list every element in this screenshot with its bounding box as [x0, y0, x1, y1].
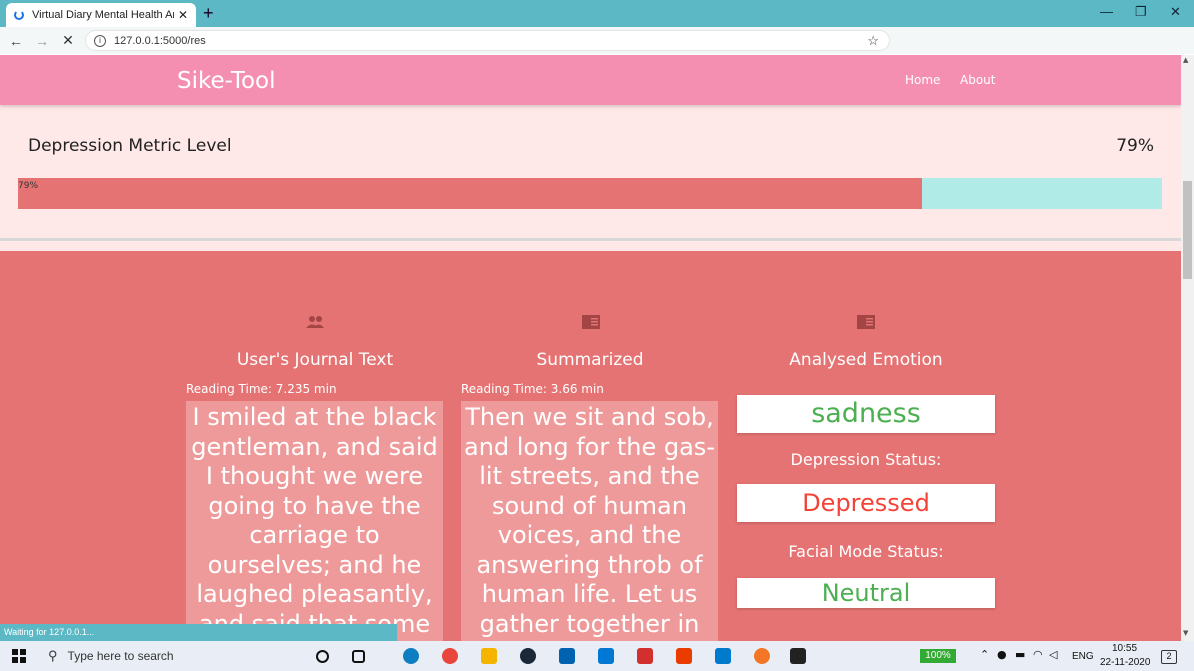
journal-reading-time: Reading Time: 7.235 min	[186, 382, 337, 396]
emotion-card: sadness	[737, 395, 995, 433]
url-text: 127.0.0.1:5000/res	[114, 34, 206, 47]
mail-icon[interactable]	[559, 648, 575, 664]
depression-status-card: Depressed	[737, 484, 995, 522]
app-icon[interactable]	[598, 648, 614, 664]
facial-status-card: Neutral	[737, 578, 995, 608]
battery-indicator[interactable]: 100%	[920, 649, 956, 663]
jupyter-icon[interactable]	[754, 648, 770, 664]
summary-reading-time: Reading Time: 3.66 min	[461, 382, 604, 396]
progress-text: 79%	[18, 181, 39, 191]
taskbar-search[interactable]: ⚲ Type here to search	[38, 641, 298, 671]
page-scrollbar[interactable]: ▲ ▼	[1181, 55, 1194, 641]
summary-text-box: Then we sit and sob, and long for the ga…	[461, 401, 718, 641]
maximize-button[interactable]: ❐	[1135, 4, 1147, 20]
edge-icon[interactable]	[403, 648, 419, 664]
bookmark-star-icon[interactable]: ☆	[867, 33, 879, 49]
tab-close-icon[interactable]: ✕	[178, 8, 188, 22]
browser-tab-strip: Virtual Diary Mental Health Analy ✕ + — …	[0, 0, 1194, 27]
site-info-icon[interactable]: i	[94, 34, 106, 47]
site-header: Sike-Tool Home About	[0, 55, 1181, 105]
tab-title: Virtual Diary Mental Health Analy	[32, 9, 174, 21]
brand-logo[interactable]: Sike-Tool	[177, 68, 276, 94]
journal-text-title: User's Journal Text	[236, 350, 394, 370]
new-tab-button[interactable]: +	[203, 3, 214, 24]
nav-about-link[interactable]: About	[960, 73, 995, 87]
clock-date[interactable]: 22-11-2020	[1100, 657, 1150, 668]
steam-icon[interactable]	[520, 648, 536, 664]
scroll-thumb[interactable]	[1183, 181, 1192, 279]
analysis-section: User's Journal Text Reading Time: 7.235 …	[0, 251, 1181, 641]
forward-icon[interactable]: →	[32, 33, 52, 49]
battery-icon[interactable]: ▬	[1015, 648, 1025, 661]
metric-label: Depression Metric Level	[28, 136, 232, 156]
file-explorer-icon[interactable]	[481, 648, 497, 664]
mcafee-icon[interactable]	[637, 648, 653, 664]
task-view-icon[interactable]	[352, 650, 365, 663]
journal-text-box: I smiled at the black gentleman, and sai…	[186, 401, 443, 641]
browser-tab[interactable]: Virtual Diary Mental Health Analy ✕	[6, 3, 196, 27]
divider	[0, 238, 1181, 241]
volume-icon[interactable]: ◁	[1049, 648, 1057, 661]
chevron-up-icon[interactable]: ⌃	[980, 648, 989, 661]
minimize-button[interactable]: —	[1100, 4, 1113, 19]
stop-icon[interactable]: ✕	[58, 32, 78, 49]
search-placeholder: Type here to search	[67, 649, 174, 663]
windows-taskbar: ⚲ Type here to search 100% ⌃ ● ▬ ◠ ◁ ENG…	[0, 641, 1194, 671]
metric-value: 79%	[1116, 136, 1154, 156]
windows-start-icon[interactable]	[12, 649, 26, 663]
notifications-icon[interactable]: 2	[1161, 650, 1177, 664]
browser-status-bar: Waiting for 127.0.0.1...	[0, 624, 397, 641]
nav-home-link[interactable]: Home	[905, 73, 940, 87]
browser-toolbar: ← → ✕ i 127.0.0.1:5000/res ☆	[0, 27, 1194, 73]
scroll-up-icon[interactable]: ▲	[1183, 56, 1188, 64]
vscode-icon[interactable]	[715, 648, 731, 664]
facial-status-label: Facial Mode Status:	[788, 542, 944, 561]
cortana-icon[interactable]	[316, 650, 329, 663]
chrome-icon[interactable]	[442, 648, 458, 664]
page-content: Sike-Tool Home About Depression Metric L…	[0, 55, 1181, 641]
book-icon	[857, 315, 875, 329]
depression-status-label: Depression Status:	[790, 450, 942, 469]
terminal-icon[interactable]	[790, 648, 806, 664]
back-icon[interactable]: ←	[6, 33, 26, 49]
people-icon	[306, 316, 324, 328]
address-bar[interactable]: i 127.0.0.1:5000/res ☆	[85, 30, 890, 51]
search-icon: ⚲	[48, 648, 58, 663]
analysed-emotion-title: Analysed Emotion	[789, 350, 943, 370]
book-icon	[582, 315, 600, 329]
wifi-icon[interactable]: ◠	[1033, 648, 1043, 661]
language-indicator[interactable]: ENG	[1072, 651, 1094, 662]
office-icon[interactable]	[676, 648, 692, 664]
loading-icon	[14, 10, 24, 20]
clock-time[interactable]: 10:55	[1112, 643, 1137, 654]
scroll-down-icon[interactable]: ▼	[1183, 629, 1188, 637]
summarized-title: Summarized	[536, 350, 644, 370]
microphone-icon[interactable]: ●	[997, 648, 1007, 661]
depression-progress-bar: 79%	[18, 178, 1162, 209]
close-window-button[interactable]: ✕	[1170, 4, 1181, 20]
progress-fill	[18, 178, 922, 209]
